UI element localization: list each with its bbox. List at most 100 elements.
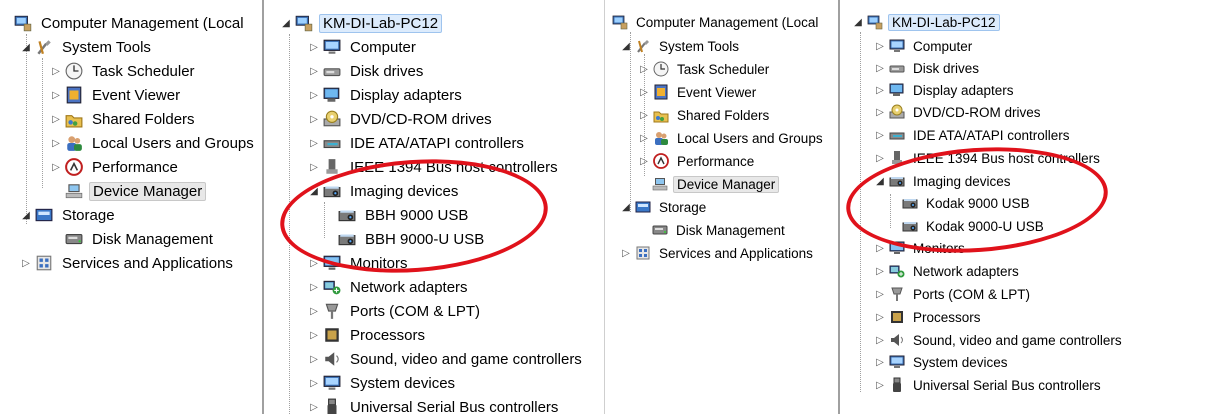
collapse-arrow-icon[interactable]: ◢ (852, 16, 864, 28)
device-category-processors[interactable]: ▷ Processors (308, 324, 428, 346)
device-category-network[interactable]: ▷ Network adapters (308, 276, 471, 298)
tree-item-device-manager[interactable]: Device Manager (65, 180, 207, 202)
tree-label: Computer (350, 38, 416, 56)
tree-item-root-computer[interactable]: ◢ KM-DI-Lab-PC12 (280, 12, 443, 34)
tree-item-storage[interactable]: ◢ Storage (20, 204, 118, 226)
device-category-ide[interactable]: ▷ IDE ATA/ATAPI controllers (308, 132, 527, 154)
device-category-computer[interactable]: ▷ Computer (308, 36, 419, 58)
device-category-network[interactable]: ▷ Network adapters (874, 261, 1022, 281)
expand-arrow-icon[interactable]: ▷ (308, 377, 320, 389)
tree-item-shared-folders[interactable]: ▷ Shared Folders (50, 108, 198, 130)
expand-arrow-icon[interactable]: ▷ (308, 281, 320, 293)
device-category-system[interactable]: ▷ System devices (874, 352, 1011, 372)
device-category-sound[interactable]: ▷ Sound, video and game controllers (308, 348, 585, 370)
expand-arrow-icon[interactable]: ▷ (874, 311, 886, 323)
tree-item-performance[interactable]: ▷ Performance (50, 156, 181, 178)
expand-arrow-icon[interactable]: ▷ (638, 86, 650, 98)
tree-item-system-tools[interactable]: ◢ System Tools (20, 36, 154, 58)
device-category-display[interactable]: ▷ Display adapters (874, 80, 1017, 100)
tree-label: System Tools (62, 38, 151, 56)
device-category-ide[interactable]: ▷ IDE ATA/ATAPI controllers (874, 125, 1073, 145)
tree-item-performance[interactable]: ▷ Performance (638, 151, 757, 171)
expand-arrow-icon[interactable]: ▷ (50, 137, 62, 149)
expand-arrow-icon[interactable]: ▷ (638, 109, 650, 121)
expand-arrow-icon[interactable]: ▷ (638, 132, 650, 144)
expand-arrow-icon[interactable]: ▷ (874, 242, 886, 254)
tree-item-task-scheduler[interactable]: ▷ Task Scheduler (638, 59, 772, 79)
tree-item-event-viewer[interactable]: ▷ Event Viewer (50, 84, 183, 106)
tree-item-system-tools[interactable]: ◢ System Tools (620, 36, 742, 56)
expand-arrow-icon[interactable]: ▷ (874, 152, 886, 164)
expand-arrow-icon[interactable]: ▷ (874, 62, 886, 74)
device-category-disk-drives[interactable]: ▷ Disk drives (308, 60, 426, 82)
pane-divider[interactable] (604, 0, 605, 414)
tree-item-disk-management[interactable]: Disk Management (652, 220, 788, 240)
tree-label: Disk Management (676, 222, 785, 238)
pane-divider[interactable] (838, 0, 840, 414)
collapse-arrow-icon[interactable]: ◢ (20, 209, 32, 221)
expand-arrow-icon[interactable]: ▷ (308, 305, 320, 317)
expand-arrow-icon[interactable]: ▷ (308, 161, 320, 173)
expand-arrow-icon[interactable]: ▷ (50, 65, 62, 77)
expand-arrow-icon[interactable]: ▷ (50, 161, 62, 173)
tree-item-local-users[interactable]: ▷ Local Users and Groups (638, 128, 826, 148)
expand-arrow-icon[interactable]: ▷ (874, 40, 886, 52)
tree-item-device-manager[interactable]: Device Manager (652, 174, 780, 194)
device-category-dvd[interactable]: ▷ DVD/CD-ROM drives (308, 108, 495, 130)
tree-item-root-computer[interactable]: ◢ KM-DI-Lab-PC12 (852, 12, 1000, 32)
tree-item-computer-management[interactable]: Computer Management (Local (14, 12, 247, 34)
expand-arrow-icon[interactable]: ▷ (308, 401, 320, 413)
expand-arrow-icon[interactable]: ▷ (20, 257, 32, 269)
expand-arrow-icon[interactable]: ▷ (308, 137, 320, 149)
expand-arrow-icon[interactable]: ▷ (308, 65, 320, 77)
tree-item-services[interactable]: ▷ Services and Applications (620, 243, 816, 263)
tree-label: DVD/CD-ROM drives (350, 110, 492, 128)
expand-arrow-icon[interactable]: ▷ (874, 265, 886, 277)
expand-arrow-icon[interactable]: ▷ (638, 155, 650, 167)
tree-item-computer-management[interactable]: Computer Management (Local (612, 12, 821, 32)
pane-divider[interactable] (262, 0, 264, 414)
device-category-sound[interactable]: ▷ Sound, video and game controllers (874, 330, 1125, 350)
expand-arrow-icon[interactable]: ▷ (874, 129, 886, 141)
expand-arrow-icon[interactable]: ▷ (50, 113, 62, 125)
collapse-arrow-icon[interactable]: ◢ (620, 40, 632, 52)
tree-item-storage[interactable]: ◢ Storage (620, 197, 709, 217)
expand-arrow-icon[interactable]: ▷ (50, 89, 62, 101)
expand-arrow-icon[interactable]: ▷ (620, 247, 632, 259)
tree-item-local-users[interactable]: ▷ Local Users and Groups (50, 132, 257, 154)
device-category-system[interactable]: ▷ System devices (308, 372, 458, 394)
services-icon (35, 254, 53, 272)
expand-arrow-icon[interactable]: ▷ (874, 334, 886, 346)
collapse-arrow-icon[interactable]: ◢ (20, 41, 32, 53)
tree-item-shared-folders[interactable]: ▷ Shared Folders (638, 105, 772, 125)
expand-arrow-icon[interactable]: ▷ (308, 329, 320, 341)
tree-item-disk-management[interactable]: Disk Management (65, 228, 216, 250)
expand-arrow-icon[interactable]: ▷ (308, 89, 320, 101)
expand-arrow-icon[interactable]: ▷ (638, 63, 650, 75)
device-category-ports[interactable]: ▷ Ports (COM & LPT) (874, 284, 1033, 304)
expand-arrow-icon[interactable]: ▷ (874, 356, 886, 368)
tree-label: Processors (350, 326, 426, 344)
tree-item-event-viewer[interactable]: ▷ Event Viewer (638, 82, 759, 102)
device-category-usb[interactable]: ▷ Universal Serial Bus controllers (308, 396, 561, 414)
expand-arrow-icon[interactable]: ▷ (308, 113, 320, 125)
performance-icon (653, 153, 669, 169)
expand-arrow-icon[interactable]: ▷ (308, 353, 320, 365)
expand-arrow-icon[interactable]: ▷ (874, 379, 886, 391)
device-category-processors[interactable]: ▷ Processors (874, 307, 984, 327)
expand-arrow-icon[interactable]: ▷ (874, 288, 886, 300)
collapse-arrow-icon[interactable]: ◢ (280, 17, 292, 29)
device-category-disk-drives[interactable]: ▷ Disk drives (874, 58, 982, 78)
display-adapter-icon (889, 82, 905, 98)
tree-item-task-scheduler[interactable]: ▷ Task Scheduler (50, 60, 198, 82)
collapse-arrow-icon[interactable]: ◢ (620, 201, 632, 213)
expand-arrow-icon[interactable]: ▷ (874, 106, 886, 118)
device-category-computer[interactable]: ▷ Computer (874, 36, 975, 56)
tree-item-services[interactable]: ▷ Services and Applications (20, 252, 236, 274)
expand-arrow-icon[interactable]: ▷ (308, 41, 320, 53)
device-category-display[interactable]: ▷ Display adapters (308, 84, 465, 106)
expand-arrow-icon[interactable]: ▷ (874, 84, 886, 96)
device-category-dvd[interactable]: ▷ DVD/CD-ROM drives (874, 102, 1044, 122)
device-category-ports[interactable]: ▷ Ports (COM & LPT) (308, 300, 483, 322)
device-category-usb[interactable]: ▷ Universal Serial Bus controllers (874, 375, 1104, 395)
